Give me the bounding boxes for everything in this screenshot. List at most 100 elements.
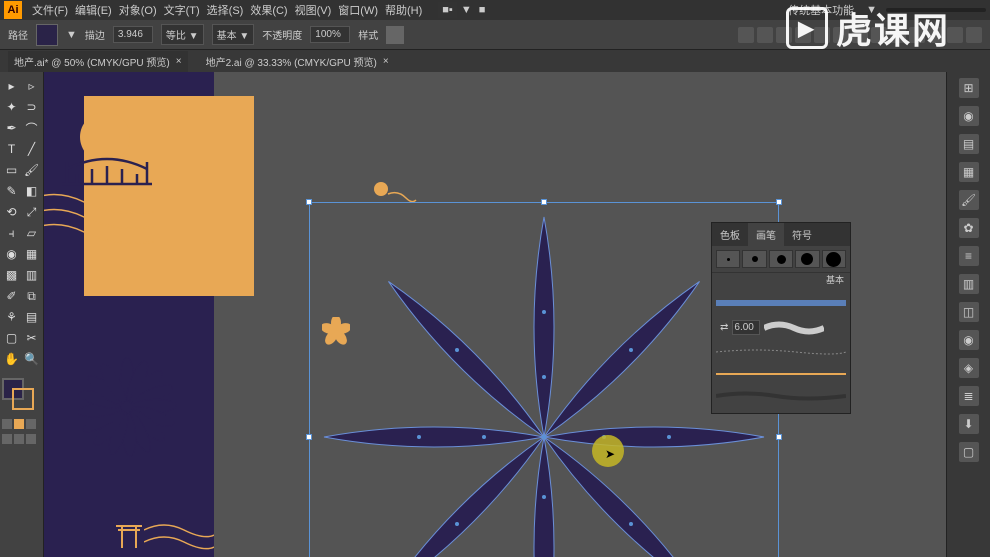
stock-search[interactable] bbox=[886, 8, 986, 12]
swatches-icon[interactable]: ▦ bbox=[959, 162, 979, 182]
close-icon[interactable]: × bbox=[176, 56, 182, 67]
panel-tab-swatches[interactable]: 色板 bbox=[712, 223, 748, 246]
perspective-tool[interactable]: ▦ bbox=[22, 244, 41, 264]
gradient-icon[interactable]: ▥ bbox=[959, 274, 979, 294]
direct-selection-tool[interactable]: ▹ bbox=[22, 76, 41, 96]
brushes-panel[interactable]: 色板 画笔 符号 基本 ⇄ bbox=[711, 222, 851, 414]
artboard-tool[interactable]: ▢ bbox=[2, 328, 21, 348]
right-dock: ⊞ ◉ ▤ ▦ 🖌 ✿ ≡ ▥ ◫ ◉ ◈ ≣ ⬇ ▢ bbox=[946, 72, 990, 557]
fill-stroke-picker[interactable] bbox=[2, 378, 38, 414]
paintbrush-tool[interactable]: 🖌 bbox=[22, 160, 41, 180]
shaper-tool[interactable]: ✎ bbox=[2, 181, 21, 201]
graph-tool[interactable]: ▤ bbox=[22, 307, 41, 327]
style-swatch[interactable] bbox=[386, 26, 404, 44]
basic-brush-label: 基本 bbox=[712, 272, 850, 286]
menu-effect[interactable]: 效果(C) bbox=[247, 0, 290, 20]
rotate-tool[interactable]: ⟲ bbox=[2, 202, 21, 222]
tab-doc-1[interactable]: 地产.ai* @ 50% (CMYK/GPU 预览)× bbox=[8, 51, 188, 72]
rectangle-tool[interactable]: ▭ bbox=[2, 160, 21, 180]
menu-help[interactable]: 帮助(H) bbox=[382, 0, 425, 20]
brush-def[interactable]: 基本 ▼ bbox=[212, 24, 255, 45]
slice-tool[interactable]: ✂ bbox=[22, 328, 41, 348]
type-tool[interactable]: T bbox=[2, 139, 21, 159]
handle-r[interactable] bbox=[776, 434, 782, 440]
appearance-icon[interactable]: ◉ bbox=[959, 330, 979, 350]
brush-size-input[interactable] bbox=[732, 320, 760, 335]
selected-flower-artwork[interactable] bbox=[309, 202, 779, 557]
menu-edit[interactable]: 编辑(E) bbox=[72, 0, 115, 20]
wave-lines-2 bbox=[144, 520, 214, 557]
menu-select[interactable]: 选择(S) bbox=[204, 0, 247, 20]
color-modes[interactable] bbox=[2, 419, 41, 429]
selection-label: 路径 bbox=[8, 27, 28, 42]
color-icon[interactable]: ◉ bbox=[959, 106, 979, 126]
stroke-weight-input[interactable]: 3.946 bbox=[113, 26, 153, 43]
calligraphic-brushes[interactable] bbox=[712, 246, 850, 272]
torii-graphic bbox=[114, 520, 144, 550]
app-icon: Ai bbox=[4, 1, 22, 19]
menu-type[interactable]: 文字(T) bbox=[161, 0, 203, 20]
style-label: 样式 bbox=[358, 27, 378, 42]
stroke-icon[interactable]: ≡ bbox=[959, 246, 979, 266]
properties-icon[interactable]: ⊞ bbox=[959, 78, 979, 98]
menu-object[interactable]: 对象(O) bbox=[116, 0, 160, 20]
fill-swatch[interactable] bbox=[36, 24, 58, 46]
lasso-tool[interactable]: ⊃ bbox=[22, 97, 41, 117]
stroke-color[interactable] bbox=[12, 388, 34, 410]
toolbox: ▸▹ ✦⊃ ✒⌒ T╱ ▭🖌 ✎◧ ⟲⤢ ⫞▱ ◉▦ ▩▥ ✐⧉ ⚘▤ ▢✂ ✋… bbox=[0, 72, 44, 557]
panel-tab-brushes[interactable]: 画笔 bbox=[748, 223, 784, 246]
layers-icon[interactable]: ≣ bbox=[959, 386, 979, 406]
menu-window[interactable]: 窗口(W) bbox=[335, 0, 381, 20]
gradient-tool[interactable]: ▥ bbox=[22, 265, 41, 285]
color-guide-icon[interactable]: ▤ bbox=[959, 134, 979, 154]
opacity-input[interactable]: 100% bbox=[310, 26, 350, 43]
canvas[interactable]: 在于奢华 在于精彩 bbox=[44, 72, 946, 557]
eyedropper-tool[interactable]: ✐ bbox=[2, 286, 21, 306]
line-tool[interactable]: ╱ bbox=[22, 139, 41, 159]
width-tool[interactable]: ⫞ bbox=[2, 223, 21, 243]
artboards-icon[interactable]: ▢ bbox=[959, 442, 979, 462]
selection-bbox[interactable] bbox=[309, 202, 779, 557]
handle-tl[interactable] bbox=[306, 199, 312, 205]
eraser-tool[interactable]: ◧ bbox=[22, 181, 41, 201]
symbols-icon[interactable]: ✿ bbox=[959, 218, 979, 238]
menu-view[interactable]: 视图(V) bbox=[292, 0, 335, 20]
chrysanthemum-graphic bbox=[72, 352, 182, 462]
pen-tool[interactable]: ✒ bbox=[2, 118, 21, 138]
handle-l[interactable] bbox=[306, 434, 312, 440]
workspace-switcher[interactable]: 传统基本功能 bbox=[785, 0, 857, 20]
selection-tool[interactable]: ▸ bbox=[2, 76, 21, 96]
zoom-tool[interactable]: 🔍 bbox=[22, 349, 41, 369]
control-bar: 路径 ▼ 描边 3.946 等比 ▼ 基本 ▼ 不透明度 100% 样式 bbox=[0, 20, 990, 50]
document-tabs: 地产.ai* @ 50% (CMYK/GPU 预览)× 地产2.ai @ 33.… bbox=[0, 50, 990, 72]
close-icon[interactable]: × bbox=[383, 56, 389, 67]
tab-doc-2[interactable]: 地产2.ai @ 33.33% (CMYK/GPU 预览)× bbox=[200, 51, 395, 72]
menu-bar: Ai 文件(F) 编辑(E) 对象(O) 文字(T) 选择(S) 效果(C) 视… bbox=[0, 0, 990, 20]
curvature-tool[interactable]: ⌒ bbox=[22, 118, 41, 138]
scale-tool[interactable]: ⤢ bbox=[22, 202, 41, 222]
wave-lines-1 bbox=[44, 182, 154, 262]
screen-modes[interactable] bbox=[2, 434, 41, 444]
mesh-tool[interactable]: ▩ bbox=[2, 265, 21, 285]
panel-tab-symbols[interactable]: 符号 bbox=[784, 223, 820, 246]
brush-samples[interactable]: ⇄ bbox=[712, 286, 850, 413]
blend-tool[interactable]: ⧉ bbox=[22, 286, 41, 306]
symbol-sprayer-tool[interactable]: ⚘ bbox=[2, 307, 21, 327]
magic-wand-tool[interactable]: ✦ bbox=[2, 97, 21, 117]
transparency-icon[interactable]: ◫ bbox=[959, 302, 979, 322]
hand-tool[interactable]: ✋ bbox=[2, 349, 21, 369]
brushes-icon[interactable]: 🖌 bbox=[959, 190, 979, 210]
width-profile[interactable]: 等比 ▼ bbox=[161, 24, 204, 45]
free-transform-tool[interactable]: ▱ bbox=[22, 223, 41, 243]
handle-t[interactable] bbox=[541, 199, 547, 205]
graphic-styles-icon[interactable]: ◈ bbox=[959, 358, 979, 378]
align-icons[interactable] bbox=[738, 27, 982, 43]
shape-builder-tool[interactable]: ◉ bbox=[2, 244, 21, 264]
asset-export-icon[interactable]: ⬇ bbox=[959, 414, 979, 434]
artwork-poster: 在于奢华 在于精彩 bbox=[44, 72, 214, 557]
stroke-label: 描边 bbox=[85, 27, 105, 42]
handle-tr[interactable] bbox=[776, 199, 782, 205]
menu-file[interactable]: 文件(F) bbox=[29, 0, 71, 20]
opacity-label: 不透明度 bbox=[262, 27, 302, 42]
flip-icon[interactable]: ⇄ bbox=[720, 322, 728, 333]
